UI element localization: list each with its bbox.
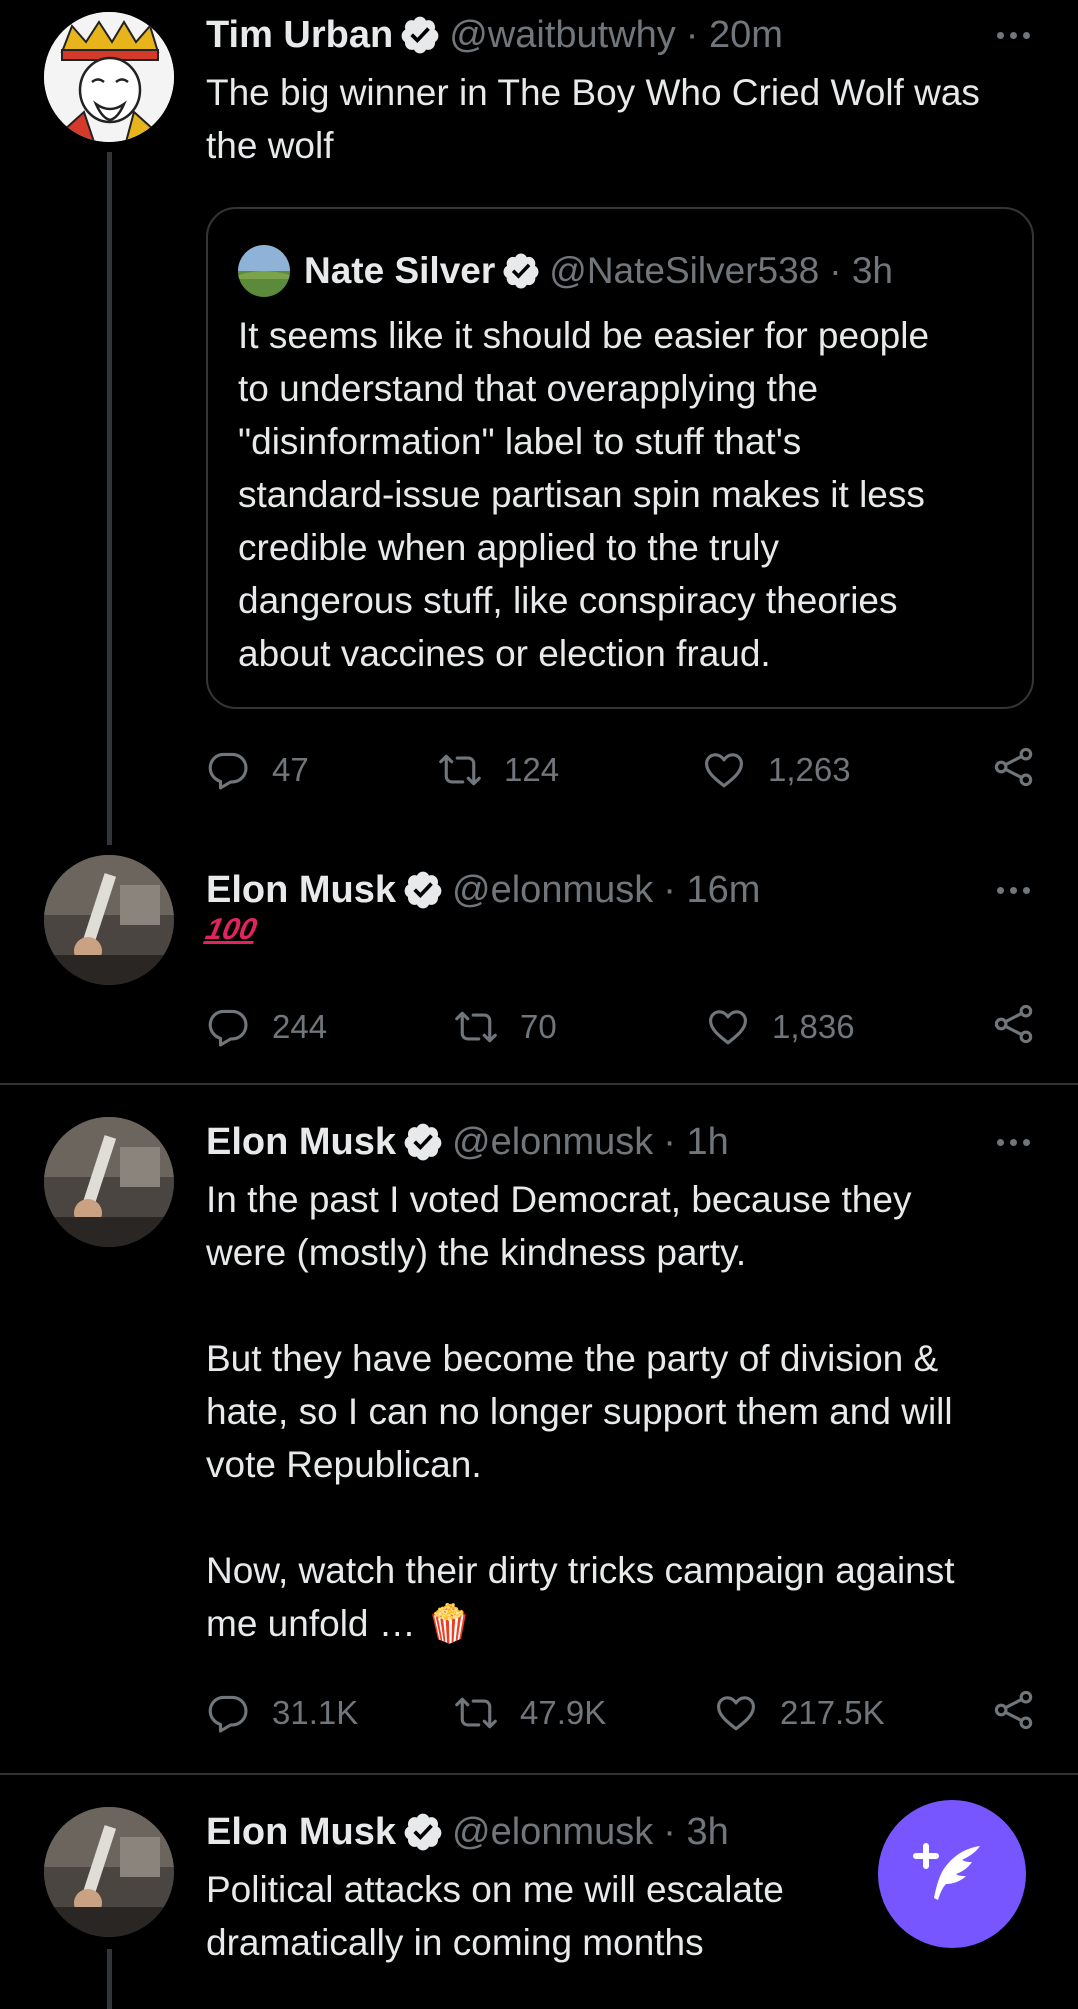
- retweet-button[interactable]: 124: [438, 745, 559, 795]
- tweet-elon-musk[interactable]: Elon Musk @elonmusk · 1h In the past I v…: [0, 1117, 1078, 1777]
- heart-icon: [714, 1691, 758, 1735]
- quoted-tweet-header: Nate Silver @NateSilver538 · 3h: [238, 245, 893, 297]
- timestamp[interactable]: · 1h: [663, 1119, 728, 1165]
- tweet-actions: 31.1K 47.9K 217.5K: [206, 1688, 1036, 1738]
- tweet-text: In the past I voted Democrat, because th…: [206, 1179, 955, 1644]
- tweet-header: Elon Musk @elonmusk · 1h: [206, 1119, 729, 1165]
- more-options-icon[interactable]: [997, 1119, 1030, 1165]
- heart-icon: [706, 1005, 750, 1049]
- retweet-icon: [454, 1691, 498, 1735]
- heart-icon: [702, 748, 746, 792]
- reply-button[interactable]: 244: [206, 1002, 327, 1052]
- quoted-tweet[interactable]: Nate Silver @NateSilver538 · 3h It seems…: [206, 207, 1034, 709]
- retweet-count: 70: [520, 1008, 557, 1045]
- person-avatar-icon: [44, 1807, 174, 1937]
- retweet-icon: [438, 748, 482, 792]
- verified-badge-icon: [402, 869, 444, 911]
- hundred-points-emoji: 100: [202, 913, 260, 946]
- avatar[interactable]: [44, 1117, 174, 1247]
- retweet-button[interactable]: 70: [454, 1002, 557, 1052]
- verified-badge-icon: [501, 251, 541, 291]
- tweet-actions: 47 124 1,263: [206, 745, 1036, 795]
- thread-line: [107, 152, 112, 845]
- tweet-elon-musk-reply[interactable]: Elon Musk @elonmusk · 16m 100 244 70 1,8…: [0, 855, 1078, 1085]
- avatar[interactable]: [44, 855, 174, 985]
- tweet-header: Elon Musk @elonmusk · 16m: [206, 867, 760, 913]
- king-card-avatar-icon: [44, 12, 174, 142]
- person-avatar-icon: [44, 1117, 174, 1247]
- avatar[interactable]: [44, 1807, 174, 1937]
- share-icon: [992, 1002, 1036, 1046]
- compose-tweet-button[interactable]: [878, 1800, 1026, 1948]
- reply-count: 244: [272, 1008, 328, 1045]
- handle[interactable]: @NateSilver538: [549, 248, 819, 294]
- quoted-tweet-text: It seems like it should be easier for pe…: [238, 315, 930, 674]
- like-button[interactable]: 217.5K: [714, 1688, 885, 1738]
- like-button[interactable]: 1,263: [702, 745, 851, 795]
- reply-button[interactable]: 47: [206, 745, 309, 795]
- timestamp[interactable]: · 20m: [686, 12, 783, 58]
- timestamp[interactable]: · 3h: [829, 248, 893, 294]
- handle[interactable]: @waitbutwhy: [449, 12, 676, 58]
- tweet-actions: 244 70 1,836: [206, 1002, 1036, 1052]
- retweet-count: 124: [504, 751, 560, 788]
- compose-tweet-icon: [913, 1843, 980, 1900]
- retweet-count: 47.9K: [520, 1694, 607, 1731]
- display-name[interactable]: Elon Musk: [206, 1809, 396, 1855]
- verified-badge-icon: [402, 1811, 444, 1853]
- like-button[interactable]: 1,836: [706, 1002, 855, 1052]
- landscape-avatar-icon: [238, 245, 290, 297]
- reply-button[interactable]: 31.1K: [206, 1688, 358, 1738]
- like-count: 1,836: [772, 1008, 855, 1045]
- handle[interactable]: @elonmusk: [452, 867, 653, 913]
- divider: [0, 1083, 1078, 1085]
- retweet-button[interactable]: 47.9K: [454, 1688, 606, 1738]
- handle[interactable]: @elonmusk: [452, 1809, 653, 1855]
- like-count: 1,263: [768, 751, 851, 788]
- more-options-icon[interactable]: [997, 867, 1030, 913]
- tweet-tim-urban[interactable]: Tim Urban @waitbutwhy · 20m The big winn…: [0, 0, 1078, 860]
- share-icon: [992, 745, 1036, 789]
- share-icon: [992, 1688, 1036, 1732]
- reply-count: 47: [272, 751, 309, 788]
- retweet-icon: [454, 1005, 498, 1049]
- verified-badge-icon: [399, 14, 441, 56]
- display-name[interactable]: Elon Musk: [206, 867, 396, 913]
- handle[interactable]: @elonmusk: [452, 1119, 653, 1165]
- avatar[interactable]: [44, 12, 174, 142]
- tweet-text: The big winner in The Boy Who Cried Wolf…: [206, 72, 980, 166]
- divider: [0, 1773, 1078, 1775]
- reply-icon: [206, 1005, 250, 1049]
- like-count: 217.5K: [780, 1694, 885, 1731]
- reply-icon: [206, 748, 250, 792]
- verified-badge-icon: [402, 1121, 444, 1163]
- person-avatar-icon: [44, 855, 174, 985]
- share-button[interactable]: [992, 1002, 1036, 1051]
- timestamp[interactable]: · 16m: [663, 867, 760, 913]
- reply-icon: [206, 1691, 250, 1735]
- more-options-icon[interactable]: [997, 12, 1030, 58]
- tweet-header: Elon Musk @elonmusk · 3h: [206, 1809, 729, 1855]
- thread-line: [107, 1949, 112, 2009]
- share-button[interactable]: [992, 745, 1036, 794]
- display-name[interactable]: Nate Silver: [304, 248, 495, 294]
- share-button[interactable]: [992, 1688, 1036, 1737]
- timestamp[interactable]: · 3h: [663, 1809, 728, 1855]
- display-name[interactable]: Elon Musk: [206, 1119, 396, 1165]
- tweet-header: Tim Urban @waitbutwhy · 20m: [206, 12, 783, 58]
- reply-count: 31.1K: [272, 1694, 359, 1731]
- display-name[interactable]: Tim Urban: [206, 12, 393, 58]
- avatar[interactable]: [238, 245, 290, 297]
